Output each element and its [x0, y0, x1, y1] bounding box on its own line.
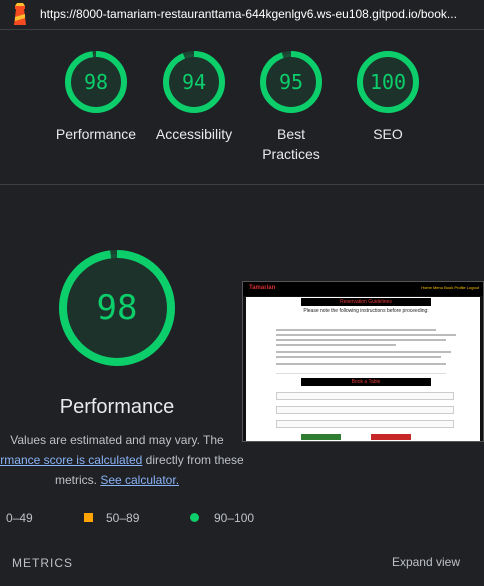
address-bar: https://8000-tamariam-restauranttama-644…	[0, 0, 484, 30]
gauge-score: 95	[278, 70, 304, 94]
preview-nav-links: Home Menu Book Profile Logout	[421, 285, 479, 290]
preview-field	[276, 406, 454, 414]
preview-subheading: Please note the following instructions b…	[303, 308, 429, 314]
gauge-performance-large: 98	[57, 248, 177, 368]
note-text: directly from these	[142, 453, 244, 467]
gauge-label: Performance	[55, 126, 137, 142]
preview-page-body: Reservation Guidelines Please note the f…	[246, 297, 480, 441]
average-square-icon	[84, 513, 93, 522]
legend-average-label: 50–89	[106, 511, 140, 525]
preview-submit-button	[301, 434, 341, 440]
gauge-score: 100	[369, 70, 407, 94]
category-title: Performance	[59, 396, 175, 418]
preview-form-title: Book a Table	[301, 378, 431, 386]
preview-text-line	[276, 344, 396, 346]
preview-cancel-button	[371, 434, 411, 440]
note-text: metrics.	[54, 473, 101, 487]
metrics-heading: METRICS	[12, 556, 73, 570]
preview-field	[276, 420, 454, 428]
preview-heading: Reservation Guidelines	[301, 298, 431, 306]
preview-brand: Tamarian	[249, 285, 276, 291]
preview-text-line	[276, 339, 446, 341]
preview-text-line	[276, 363, 446, 365]
gauge-score: 98	[96, 288, 138, 328]
score-legend: 0–49 50–89 90–100	[0, 511, 484, 527]
gauge-seo[interactable]: 100 SEO	[338, 50, 438, 144]
legend-pass-label: 90–100	[214, 511, 255, 525]
preview-text-line	[276, 329, 436, 331]
gauge-score: 94	[181, 70, 207, 94]
section-divider	[0, 184, 484, 185]
url-text[interactable]: https://8000-tamariam-restauranttama-644…	[40, 7, 470, 21]
preview-divider	[276, 373, 446, 374]
lighthouse-icon	[14, 3, 26, 25]
gauge-accessibility[interactable]: 94 Accessibility	[144, 50, 244, 144]
gauge-best-practices[interactable]: 95 Best Practices	[241, 50, 341, 164]
preview-text-line	[276, 356, 441, 358]
gauge-label: Best Practices	[262, 126, 320, 162]
preview-navbar: Tamarian Home Menu Book Profile Logout	[243, 282, 483, 296]
see-calculator-link[interactable]: See calculator.	[100, 473, 179, 487]
preview-text-line	[276, 351, 451, 353]
page-screenshot-thumbnail[interactable]: Tamarian Home Menu Book Profile Logout R…	[242, 281, 484, 442]
preview-text-line	[276, 334, 456, 336]
pass-circle-icon	[190, 513, 199, 522]
preview-field	[276, 392, 454, 400]
note-text: Values are estimated and may vary. The	[10, 433, 224, 447]
gauge-score: 98	[83, 70, 109, 94]
expand-view-toggle[interactable]: Expand view	[392, 555, 460, 569]
gauge-label: SEO	[373, 126, 403, 142]
score-note: Values are estimated and may vary. The f…	[0, 430, 254, 490]
score-calc-link[interactable]: formance score is calculated	[0, 453, 142, 467]
gauge-label: Accessibility	[155, 126, 233, 142]
legend-fail-label: 0–49	[6, 511, 33, 525]
gauge-performance[interactable]: 98 Performance	[46, 50, 146, 144]
